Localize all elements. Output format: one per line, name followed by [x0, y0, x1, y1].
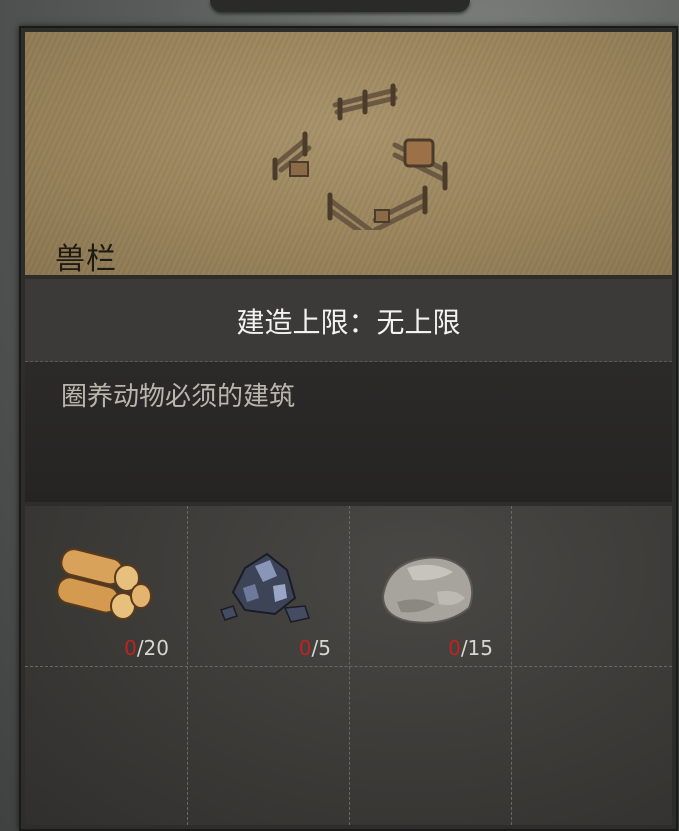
build-limit-text: 建造上限：无上限: [236, 306, 461, 339]
material-count: 0/15: [448, 636, 493, 660]
materials-grid: 0/20 0/5 0/15: [25, 506, 672, 825]
stone-icon: [381, 556, 474, 624]
building-info-panel: 兽栏 建造上限：无上限 圈养动物必须的建筑 0/20 0/5 0/15: [19, 26, 678, 831]
building-name: 兽栏: [55, 242, 117, 277]
material-slot-empty: [349, 666, 511, 826]
material-slot-empty: [511, 506, 673, 666]
building-description: 圈养动物必须的建筑: [61, 382, 296, 412]
material-slot-empty: [511, 666, 673, 826]
building-header: 兽栏: [25, 32, 672, 277]
description-box: 圈养动物必须的建筑: [25, 362, 672, 502]
iron-ore-icon: [220, 552, 310, 623]
material-slot-empty: [25, 666, 187, 826]
material-count: 0/5: [298, 636, 331, 660]
build-limit-bar: 建造上限：无上限: [25, 279, 672, 362]
material-count: 0/20: [124, 636, 169, 660]
material-slot-ore[interactable]: 0/5: [187, 506, 349, 666]
material-slot-empty: [187, 666, 349, 826]
fence-pen-icon: [272, 83, 448, 230]
top-frame-decoration: [210, 0, 470, 12]
wood-logs-icon: [56, 548, 152, 620]
material-slot-stone[interactable]: 0/15: [349, 506, 511, 666]
material-slot-wood[interactable]: 0/20: [25, 506, 187, 666]
